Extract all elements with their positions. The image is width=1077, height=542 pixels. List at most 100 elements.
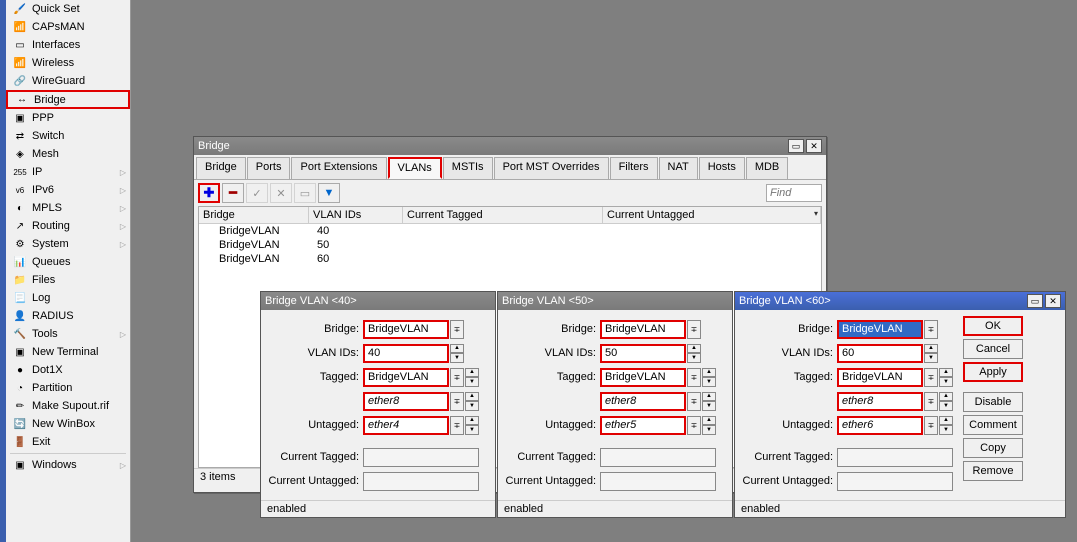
titlebar[interactable]: Bridge VLAN <40>: [261, 292, 495, 310]
tagged-field-2[interactable]: ether8: [363, 392, 449, 411]
dropdown-button[interactable]: ∓: [687, 368, 701, 387]
close-button[interactable]: ✕: [806, 139, 822, 153]
sidebar-item-queues[interactable]: 📊Queues: [6, 253, 130, 271]
vlanids-field[interactable]: 50: [600, 344, 686, 363]
find-input[interactable]: [766, 184, 822, 202]
comment-button[interactable]: Comment: [963, 415, 1023, 435]
col-vlanids[interactable]: VLAN IDs: [309, 207, 403, 223]
spinner[interactable]: ▲▼: [465, 368, 479, 387]
disable-button[interactable]: Disable: [963, 392, 1023, 412]
enable-button[interactable]: ✓: [246, 183, 268, 203]
dropdown-button[interactable]: ∓: [450, 392, 464, 411]
spinner[interactable]: ▲▼: [702, 416, 716, 435]
spinner[interactable]: ▲▼: [465, 416, 479, 435]
comment-button[interactable]: ▭: [294, 183, 316, 203]
apply-button[interactable]: Apply: [963, 362, 1023, 382]
close-button[interactable]: ✕: [1045, 294, 1061, 308]
add-button[interactable]: ✚: [198, 183, 220, 203]
minimize-button[interactable]: ▭: [788, 139, 804, 153]
titlebar[interactable]: Bridge VLAN <60> ▭ ✕: [735, 292, 1065, 310]
tagged-field[interactable]: BridgeVLAN: [600, 368, 686, 387]
tagged-field[interactable]: BridgeVLAN: [837, 368, 923, 387]
dropdown-button[interactable]: ∓: [924, 368, 938, 387]
dropdown-button[interactable]: ∓: [687, 392, 701, 411]
sidebar-item-wireless[interactable]: 📶Wireless: [6, 54, 130, 72]
spinner[interactable]: ▲▼: [939, 392, 953, 411]
table-row[interactable]: BridgeVLAN 60: [199, 252, 821, 266]
spinner[interactable]: ▲▼: [465, 392, 479, 411]
sidebar-item-log[interactable]: 📃Log: [6, 289, 130, 307]
dropdown-button[interactable]: ∓: [687, 320, 701, 339]
dropdown-button[interactable]: ∓: [450, 320, 464, 339]
dropdown-button[interactable]: ∓: [924, 320, 938, 339]
tagged-field-2[interactable]: ether8: [600, 392, 686, 411]
dropdown-button[interactable]: ∓: [924, 392, 938, 411]
remove-button[interactable]: ━: [222, 183, 244, 203]
minimize-button[interactable]: ▭: [1027, 294, 1043, 308]
sidebar-item-wireguard[interactable]: 🔗WireGuard: [6, 72, 130, 90]
untagged-field[interactable]: ether4: [363, 416, 449, 435]
tab-hosts[interactable]: Hosts: [699, 157, 745, 179]
titlebar[interactable]: Bridge VLAN <50>: [498, 292, 732, 310]
col-tagged[interactable]: Current Tagged: [403, 207, 603, 223]
spinner[interactable]: ▲▼: [450, 344, 464, 363]
sidebar-item-bridge[interactable]: ↔Bridge: [6, 90, 130, 109]
sidebar-item-supout[interactable]: ✏Make Supout.rif: [6, 397, 130, 415]
tab-mstis[interactable]: MSTIs: [443, 157, 493, 179]
sidebar-item-ip[interactable]: 255IP▷: [6, 163, 130, 181]
sidebar-item-dot1x[interactable]: ●Dot1X: [6, 361, 130, 379]
ok-button[interactable]: OK: [963, 316, 1023, 336]
table-row[interactable]: BridgeVLAN 40: [199, 224, 821, 238]
dropdown-icon[interactable]: ▾: [814, 209, 818, 218]
sidebar-item-switch[interactable]: ⇄Switch: [6, 127, 130, 145]
tab-ports[interactable]: Ports: [247, 157, 291, 179]
tab-bridge[interactable]: Bridge: [196, 157, 246, 179]
col-bridge[interactable]: Bridge: [199, 207, 309, 223]
sidebar-item-tools[interactable]: 🔨Tools▷: [6, 325, 130, 343]
sidebar-item-capsman[interactable]: 📶CAPsMAN: [6, 18, 130, 36]
bridge-field[interactable]: BridgeVLAN: [837, 320, 923, 339]
disable-button[interactable]: ✕: [270, 183, 292, 203]
vlanids-field[interactable]: 60: [837, 344, 923, 363]
tab-mdb[interactable]: MDB: [746, 157, 788, 179]
sidebar-item-routing[interactable]: ↗Routing▷: [6, 217, 130, 235]
sidebar-item-exit[interactable]: 🚪Exit: [6, 433, 130, 451]
sidebar-item-system[interactable]: ⚙System▷: [6, 235, 130, 253]
bridge-field[interactable]: BridgeVLAN: [600, 320, 686, 339]
untagged-field[interactable]: ether5: [600, 416, 686, 435]
titlebar[interactable]: Bridge ▭ ✕: [194, 137, 826, 155]
tab-vlans[interactable]: VLANs: [388, 157, 442, 179]
tab-nat[interactable]: NAT: [659, 157, 698, 179]
remove-button[interactable]: Remove: [963, 461, 1023, 481]
dropdown-button[interactable]: ∓: [924, 416, 938, 435]
copy-button[interactable]: Copy: [963, 438, 1023, 458]
sidebar-item-ppp[interactable]: ▣PPP: [6, 109, 130, 127]
tab-portmst[interactable]: Port MST Overrides: [494, 157, 609, 179]
dropdown-button[interactable]: ∓: [450, 368, 464, 387]
sidebar-item-newterminal[interactable]: ▣New Terminal: [6, 343, 130, 361]
spinner[interactable]: ▲▼: [939, 416, 953, 435]
sidebar-item-ipv6[interactable]: v6IPv6▷: [6, 181, 130, 199]
tab-portext[interactable]: Port Extensions: [291, 157, 386, 179]
cancel-button[interactable]: Cancel: [963, 339, 1023, 359]
sidebar-item-quickset[interactable]: 🖌️Quick Set: [6, 0, 130, 18]
untagged-field[interactable]: ether6: [837, 416, 923, 435]
table-row[interactable]: BridgeVLAN 50: [199, 238, 821, 252]
spinner[interactable]: ▲▼: [687, 344, 701, 363]
sidebar-item-radius[interactable]: 👤RADIUS: [6, 307, 130, 325]
filter-button[interactable]: ▼: [318, 183, 340, 203]
spinner[interactable]: ▲▼: [702, 392, 716, 411]
sidebar-item-windows[interactable]: ▣Windows▷: [6, 456, 130, 474]
tagged-field-2[interactable]: ether8: [837, 392, 923, 411]
spinner[interactable]: ▲▼: [924, 344, 938, 363]
spinner[interactable]: ▲▼: [702, 368, 716, 387]
sidebar-item-interfaces[interactable]: ▭Interfaces: [6, 36, 130, 54]
sidebar-item-newwinbox[interactable]: 🔄New WinBox: [6, 415, 130, 433]
tab-filters[interactable]: Filters: [610, 157, 658, 179]
dropdown-button[interactable]: ∓: [687, 416, 701, 435]
vlanids-field[interactable]: 40: [363, 344, 449, 363]
bridge-field[interactable]: BridgeVLAN: [363, 320, 449, 339]
sidebar-item-files[interactable]: 📁Files: [6, 271, 130, 289]
spinner[interactable]: ▲▼: [939, 368, 953, 387]
sidebar-item-mpls[interactable]: ◐MPLS▷: [6, 199, 130, 217]
